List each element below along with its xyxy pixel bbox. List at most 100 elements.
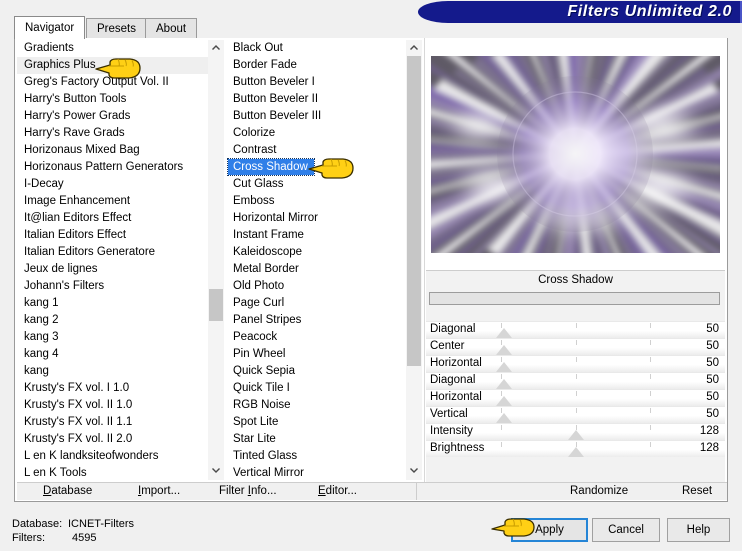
scroll-up-icon[interactable] [406,40,422,56]
category-list-item[interactable]: L en K landksiteofwonders [17,448,208,465]
import-button[interactable]: Import... [138,485,180,497]
filter-list-item[interactable]: Vertical Mirror [226,465,406,480]
filter-preview-image[interactable] [431,56,720,253]
database-button[interactable]: Database [43,485,92,497]
filter-list-item[interactable]: Peacock [226,329,406,346]
slider-thumb[interactable] [495,328,512,338]
slider-row[interactable]: Horizontal 50 [426,355,725,372]
filter-list-item[interactable]: Cut Glass [226,176,406,193]
slider-thumb[interactable] [495,413,512,423]
slider-tick [650,408,652,413]
slider-track[interactable] [426,407,725,423]
category-list-item[interactable]: Jeux de lignes [17,261,208,278]
category-list-item[interactable]: Horizonaus Mixed Bag [17,142,208,159]
randomize-button[interactable]: Randomize [570,485,628,497]
category-list[interactable]: Gradients Graphics Plus Greg's Factory Out… [17,40,224,480]
cancel-button[interactable]: Cancel [592,518,660,542]
category-list-item[interactable]: kang 1 [17,295,208,312]
scroll-up-icon[interactable] [208,40,224,56]
filter-list-item[interactable]: Kaleidoscope [226,244,406,261]
filter-list-item[interactable]: Emboss [226,193,406,210]
category-list-item[interactable]: Krusty's FX vol. II 2.0 [17,431,208,448]
preset-bar[interactable] [429,292,720,305]
filter-list-item[interactable]: Colorize [226,125,406,142]
reset-button[interactable]: Reset [682,485,712,497]
filter-list-item[interactable]: Horizontal Mirror [226,210,406,227]
slider-tick [575,408,577,413]
tab-presets[interactable]: Presets [86,18,147,38]
editor-button[interactable]: Editor... [318,485,357,497]
filter-list-item[interactable]: Page Curl [226,295,406,312]
category-list-item[interactable]: kang 3 [17,329,208,346]
slider-thumb[interactable] [495,345,512,355]
scroll-down-icon[interactable] [406,464,422,480]
category-list-item[interactable]: Krusty's FX vol. II 1.0 [17,397,208,414]
tab-about[interactable]: About [145,18,198,38]
category-list-item[interactable]: Horizonaus Pattern Generators [17,159,208,176]
filter-list-item[interactable]: Quick Sepia [226,363,406,380]
slider-row[interactable]: Brightness 128 [426,440,725,457]
category-list-item[interactable]: Harry's Power Grads [17,108,208,125]
slider-thumb[interactable] [495,396,512,406]
filter-list-item[interactable]: RGB Noise [226,397,406,414]
category-list-item[interactable]: Krusty's FX vol. II 1.1 [17,414,208,431]
slider-thumb[interactable] [495,379,512,389]
category-list-item[interactable]: Gradients [17,40,208,57]
filter-list-item[interactable]: Quick Tile I [226,380,406,397]
category-list-item[interactable]: Image Enhancement [17,193,208,210]
category-list-item[interactable]: Italian Editors Generatore [17,244,208,261]
filter-list-item[interactable]: Black Out [226,40,406,57]
category-list-item[interactable]: I-Decay [17,176,208,193]
filter-list[interactable]: Black Out Border Fade Button Beveler I Butt… [226,40,422,480]
apply-button[interactable]: Apply [511,518,588,542]
filter-list-item[interactable]: Button Beveler II [226,91,406,108]
slider-thumb[interactable] [495,362,512,372]
panel-divider [424,38,425,482]
category-list-item[interactable]: Greg's Factory Output Vol. II [17,74,208,91]
slider-row[interactable]: Intensity 128 [426,423,725,440]
help-button[interactable]: Help [667,518,730,542]
category-scroll-thumb[interactable] [209,288,223,322]
tab-navigator[interactable]: Navigator [14,16,86,39]
slider-row[interactable]: Diagonal 50 [426,321,725,338]
category-list-item[interactable]: Harry's Rave Grads [17,125,208,142]
filter-list-item[interactable]: Spot Lite [226,414,406,431]
filter-list-item[interactable]: Cross Shadow [226,158,406,176]
category-list-item[interactable]: Krusty's FX vol. I 1.0 [17,380,208,397]
filter-list-item[interactable]: Button Beveler I [226,74,406,91]
category-list-scrollbar[interactable] [208,40,224,480]
filters-unlimited-window: Filters Unlimited 2.0 Navigator Presets … [0,0,742,551]
category-list-item[interactable]: kang [17,363,208,380]
filter-list-item[interactable]: Metal Border [226,261,406,278]
filter-list-item[interactable]: Star Lite [226,431,406,448]
slider-row[interactable]: Vertical 50 [426,406,725,423]
slider-track[interactable] [426,339,725,355]
filter-info-button[interactable]: Filter Info... [219,485,277,497]
category-list-item[interactable]: kang 2 [17,312,208,329]
filter-list-item[interactable]: Button Beveler III [226,108,406,125]
slider-row[interactable]: Diagonal 50 [426,372,725,389]
category-list-item[interactable]: L en K Tools [17,465,208,480]
slider-thumb[interactable] [567,447,584,457]
filter-list-item[interactable]: Border Fade [226,57,406,74]
slider-thumb[interactable] [567,430,584,440]
filter-list-item[interactable]: Panel Stripes [226,312,406,329]
category-list-item[interactable]: Graphics Plus [17,57,208,74]
slider-row[interactable]: Horizontal 50 [426,389,725,406]
slider-tick [650,391,652,396]
category-list-item[interactable]: kang 4 [17,346,208,363]
filter-list-item[interactable]: Tinted Glass [226,448,406,465]
category-list-item[interactable]: Johann's Filters [17,278,208,295]
filter-list-item[interactable]: Instant Frame [226,227,406,244]
slider-label: Intensity [430,425,473,437]
filter-list-scrollbar[interactable] [406,40,422,480]
filter-list-item[interactable]: Old Photo [226,278,406,295]
scroll-down-icon[interactable] [208,464,224,480]
slider-row[interactable]: Center 50 [426,338,725,355]
filter-list-item[interactable]: Contrast [226,142,406,159]
filter-scroll-thumb[interactable] [407,56,421,367]
filter-list-item[interactable]: Pin Wheel [226,346,406,363]
category-list-item[interactable]: Italian Editors Effect [17,227,208,244]
category-list-item[interactable]: Harry's Button Tools [17,91,208,108]
category-list-item[interactable]: It@lian Editors Effect [17,210,208,227]
